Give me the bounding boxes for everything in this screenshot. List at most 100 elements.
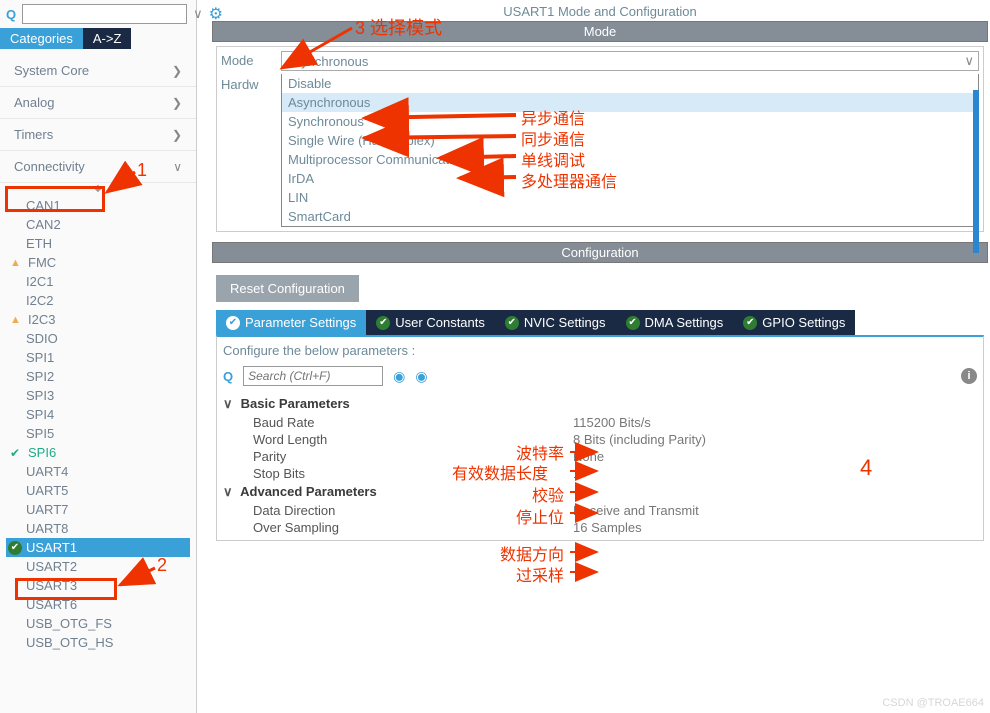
param-row[interactable]: Word Length8 Bits (including Parity) — [223, 431, 977, 448]
tab-label: User Constants — [395, 315, 485, 330]
sidebar-item-usb_otg_fs[interactable]: USB_OTG_FS — [26, 614, 196, 633]
sidebar-item-i2c1[interactable]: I2C1 — [26, 272, 196, 291]
param-header-text: Configure the below parameters : — [223, 341, 977, 364]
tab-label: NVIC Settings — [524, 315, 606, 330]
mode-option-asynchronous[interactable]: Asynchronous — [282, 93, 978, 112]
group-system-core[interactable]: System Core ❯ — [0, 55, 196, 87]
dropdown-chevron-icon[interactable]: ∨ — [193, 6, 203, 22]
mode-panel: Mode Asynchronous ∨ Hardw DisableAsynchr… — [216, 46, 984, 232]
watermark: CSDN @TROAE664 — [882, 697, 984, 709]
sidebar-item-usb_otg_hs[interactable]: USB_OTG_HS — [26, 633, 196, 652]
sidebar-item-spi4[interactable]: SPI4 — [26, 405, 196, 424]
item-label: SPI4 — [26, 407, 54, 422]
sidebar-search-input[interactable] — [22, 4, 187, 24]
config-panel: Reset Configuration ✔Parameter Settings✔… — [216, 267, 984, 541]
chevron-down-icon: ∨ — [173, 160, 182, 174]
mode-option-single-wire-half-duplex-[interactable]: Single Wire (Half-Duplex) — [282, 131, 978, 150]
sidebar-item-i2c2[interactable]: I2C2 — [26, 291, 196, 310]
sidebar-item-uart5[interactable]: UART5 — [26, 481, 196, 500]
sidebar-item-fmc[interactable]: ▲FMC — [26, 253, 196, 272]
param-name: Stop Bits — [253, 466, 573, 481]
sidebar-item-spi2[interactable]: SPI2 — [26, 367, 196, 386]
sidebar-item-spi1[interactable]: SPI1 — [26, 348, 196, 367]
prev-result-icon[interactable]: ◉ — [393, 368, 405, 385]
param-name: Baud Rate — [253, 415, 573, 430]
item-label: I2C3 — [28, 312, 55, 327]
mode-section-header: Mode — [212, 21, 988, 42]
param-row[interactable]: Data DirectionReceive and Transmit — [223, 502, 977, 519]
check-icon: ✔ — [505, 316, 519, 330]
sidebar-item-eth[interactable]: ETH — [26, 234, 196, 253]
config-tab-parameter-settings[interactable]: ✔Parameter Settings — [216, 310, 366, 335]
param-row[interactable]: Stop Bits1 — [223, 465, 977, 482]
check-icon: ✔ — [8, 541, 22, 555]
sidebar-item-uart4[interactable]: UART4 — [26, 462, 196, 481]
item-label: UART8 — [26, 521, 68, 536]
sidebar-item-sdio[interactable]: SDIO — [26, 329, 196, 348]
mode-dropdown[interactable]: DisableAsynchronousSynchronousSingle Wir… — [281, 74, 979, 227]
config-tab-nvic-settings[interactable]: ✔ NVIC Settings — [495, 310, 616, 335]
basic-parameters-group[interactable]: ∨ Basic Parameters — [223, 394, 977, 414]
config-tab-user-constants[interactable]: ✔User Constants — [366, 310, 495, 335]
config-tab-dma-settings[interactable]: ✔DMA Settings — [616, 310, 734, 335]
sidebar: Q ∨ ⚙ Categories A->Z System Core ❯ Anal… — [0, 0, 197, 713]
item-label: SPI5 — [26, 426, 54, 441]
group-timers[interactable]: Timers ❯ — [0, 119, 196, 151]
sidebar-item-can2[interactable]: CAN2 — [26, 215, 196, 234]
group-analog[interactable]: Analog ❯ — [0, 87, 196, 119]
sidebar-tabs: Categories A->Z — [0, 28, 196, 49]
sidebar-item-usart2[interactable]: USART2 — [26, 557, 196, 576]
config-tabs: ✔Parameter Settings✔User Constants✔NVIC … — [216, 310, 984, 335]
config-section-header: Configuration — [212, 242, 988, 263]
item-label: CAN2 — [26, 217, 61, 232]
mode-select[interactable]: Asynchronous ∨ — [281, 51, 979, 71]
reset-configuration-button[interactable]: Reset Configuration — [216, 275, 359, 302]
mode-label: Mode — [221, 51, 281, 68]
dropdown-scrollbar[interactable] — [973, 90, 979, 253]
param-search-input[interactable] — [243, 366, 383, 386]
item-label: SPI3 — [26, 388, 54, 403]
param-value: Receive and Transmit — [573, 503, 699, 518]
sidebar-item-uart8[interactable]: UART8 — [26, 519, 196, 538]
check-icon: ✔ — [743, 316, 757, 330]
tab-label: Parameter Settings — [245, 315, 356, 330]
item-label: SPI1 — [26, 350, 54, 365]
sidebar-item-spi3[interactable]: SPI3 — [26, 386, 196, 405]
mode-selected-value: Asynchronous — [286, 54, 368, 69]
item-label: I2C1 — [26, 274, 53, 289]
sidebar-item-spi5[interactable]: SPI5 — [26, 424, 196, 443]
hardware-label: Hardw — [221, 75, 281, 92]
sidebar-item-spi6[interactable]: ✔SPI6 — [26, 443, 196, 462]
param-row[interactable]: ParityNone — [223, 448, 977, 465]
mode-option-lin[interactable]: LIN — [282, 188, 978, 207]
item-label: USB_OTG_FS — [26, 616, 112, 631]
search-icon: Q — [223, 369, 233, 384]
annotation-box-connectivity — [5, 186, 105, 212]
mode-option-irda[interactable]: IrDA — [282, 169, 978, 188]
sidebar-item-i2c3[interactable]: ▲I2C3 — [26, 310, 196, 329]
search-icon: Q — [6, 7, 16, 22]
param-value: None — [573, 449, 604, 464]
parameter-area: Configure the below parameters : Q ◉ ◉ i… — [216, 335, 984, 541]
advanced-parameters-group[interactable]: ∨ Advanced Parameters — [223, 482, 977, 502]
param-search-row: Q ◉ ◉ i — [223, 364, 977, 394]
tab-a-to-z[interactable]: A->Z — [83, 28, 132, 49]
sidebar-item-uart7[interactable]: UART7 — [26, 500, 196, 519]
item-label: I2C2 — [26, 293, 53, 308]
mode-option-smartcard[interactable]: SmartCard — [282, 207, 978, 226]
param-row[interactable]: Over Sampling16 Samples — [223, 519, 977, 536]
item-label: ETH — [26, 236, 52, 251]
mode-option-synchronous[interactable]: Synchronous — [282, 112, 978, 131]
sidebar-item-usart1[interactable]: ✔USART1 — [6, 538, 190, 557]
param-name: Data Direction — [253, 503, 573, 518]
info-icon[interactable]: i — [961, 368, 977, 384]
tab-categories[interactable]: Categories — [0, 28, 83, 49]
config-tab-gpio-settings[interactable]: ✔GPIO Settings — [733, 310, 855, 335]
param-row[interactable]: Baud Rate115200 Bits/s — [223, 414, 977, 431]
group-connectivity[interactable]: Connectivity ∨ — [0, 151, 196, 183]
item-label: USART2 — [26, 559, 77, 574]
mode-option-multiprocessor-communication[interactable]: Multiprocessor Communication — [282, 150, 978, 169]
param-value: 115200 Bits/s — [573, 415, 651, 430]
next-result-icon[interactable]: ◉ — [415, 368, 427, 385]
chevron-right-icon: ❯ — [172, 128, 182, 142]
